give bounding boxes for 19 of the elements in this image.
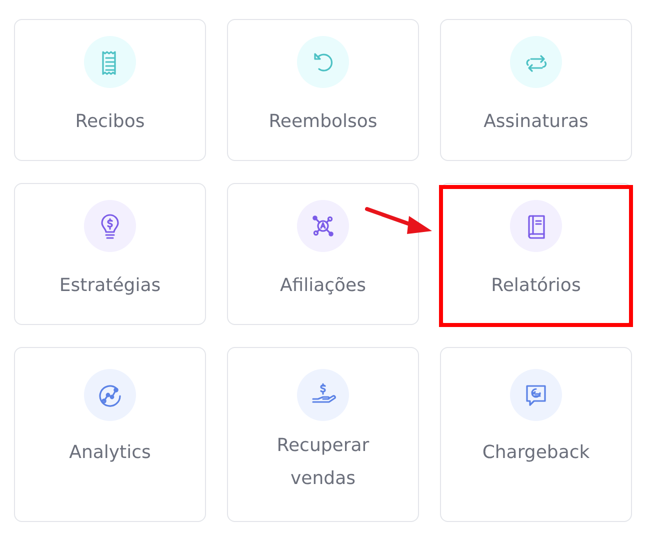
card-label: Recibos <box>75 110 145 134</box>
menu-card[interactable]: Chargeback <box>440 347 632 522</box>
card-label: Estratégias <box>59 274 161 298</box>
card-label: Relatórios <box>491 274 581 298</box>
menu-card[interactable]: Estratégias <box>14 183 206 325</box>
card-label: Recuperar vendas <box>276 434 370 490</box>
network-icon <box>310 213 336 239</box>
menu-card[interactable]: Recuperar vendas <box>227 347 419 522</box>
pointer-arrow <box>365 207 432 234</box>
card-label: Analytics <box>69 440 151 464</box>
card-label: Chargeback <box>482 440 590 464</box>
menu-card[interactable]: Assinaturas <box>440 19 632 161</box>
menu-card[interactable]: Recibos <box>14 19 206 161</box>
card-label: Afiliações <box>280 274 366 298</box>
menu-card[interactable]: Reembolsos <box>227 19 419 161</box>
menu-card[interactable]: Afiliações <box>227 183 419 325</box>
card-label: Assinaturas <box>484 110 588 134</box>
menu-card[interactable]: Analytics <box>14 347 206 522</box>
card-label: Reembolsos <box>268 110 378 134</box>
